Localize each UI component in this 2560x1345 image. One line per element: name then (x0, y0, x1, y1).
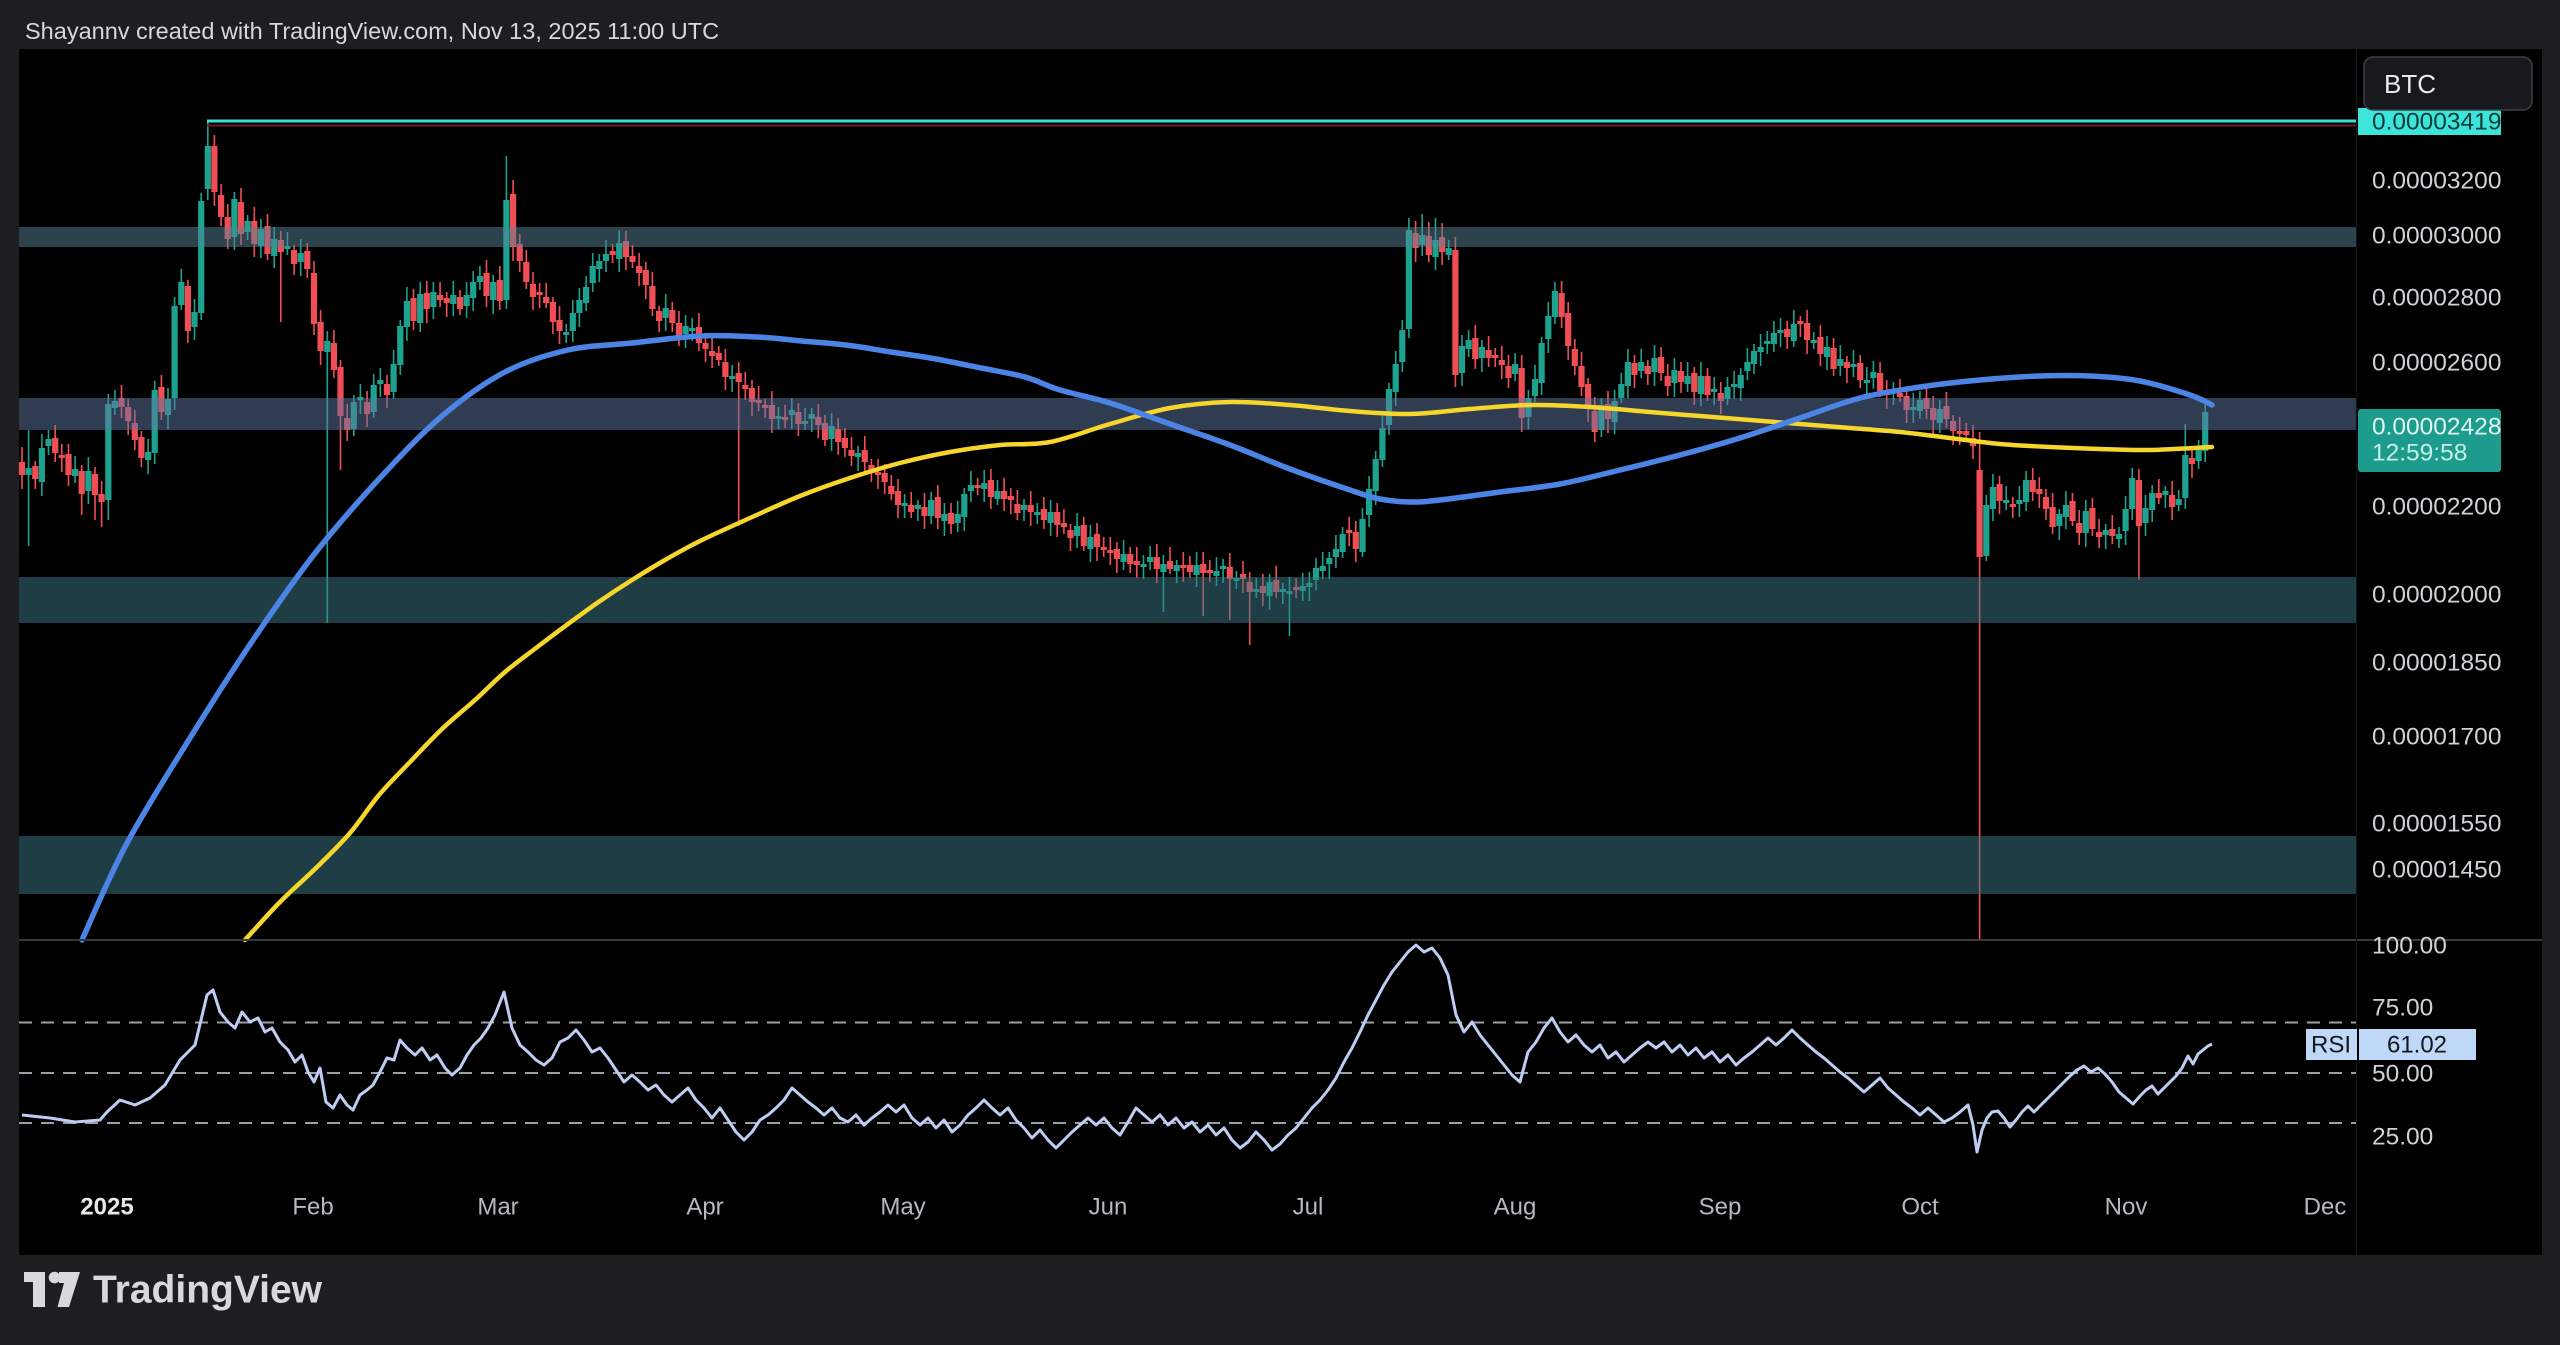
svg-text:Apr: Apr (686, 1194, 723, 1221)
svg-text:Jun: Jun (1089, 1194, 1128, 1221)
svg-text:0.00001700: 0.00001700 (2372, 724, 2501, 751)
svg-text:May: May (880, 1194, 925, 1221)
svg-text:0.00002428: 0.00002428 (2372, 414, 2501, 441)
svg-text:0.00002200: 0.00002200 (2372, 494, 2501, 521)
svg-text:0.00003419: 0.00003419 (2372, 109, 2501, 136)
svg-text:0.00002800: 0.00002800 (2372, 285, 2501, 312)
svg-text:Jul: Jul (1293, 1194, 1324, 1221)
svg-text:2025: 2025 (80, 1194, 133, 1221)
svg-text:75.00: 75.00 (2372, 995, 2433, 1022)
svg-text:Mar: Mar (477, 1194, 518, 1221)
svg-text:0.00002000: 0.00002000 (2372, 582, 2501, 609)
svg-text:Shayannv created with TradingV: Shayannv created with TradingView.com, N… (25, 18, 719, 44)
svg-text:Feb: Feb (292, 1194, 333, 1221)
svg-text:0.00003200: 0.00003200 (2372, 168, 2501, 195)
svg-text:Dec: Dec (2304, 1194, 2347, 1221)
svg-text:0.00001850: 0.00001850 (2372, 650, 2501, 677)
svg-text:12:59:58: 12:59:58 (2372, 440, 2467, 467)
svg-text:BTC: BTC (2384, 69, 2436, 99)
svg-text:Sep: Sep (1699, 1194, 1742, 1221)
svg-text:RSI: RSI (2311, 1032, 2351, 1059)
svg-text:50.00: 50.00 (2372, 1061, 2433, 1088)
svg-text:0.00003000: 0.00003000 (2372, 223, 2501, 250)
svg-text:TradingView: TradingView (93, 1269, 323, 1312)
svg-text:Aug: Aug (1494, 1194, 1537, 1221)
svg-text:Nov: Nov (2105, 1194, 2148, 1221)
svg-text:61.02: 61.02 (2387, 1032, 2447, 1059)
svg-text:25.00: 25.00 (2372, 1124, 2433, 1151)
svg-text:100.00: 100.00 (2372, 933, 2447, 960)
svg-text:0.00001450: 0.00001450 (2372, 857, 2501, 884)
svg-text:Oct: Oct (1901, 1194, 1939, 1221)
svg-text:0.00002600: 0.00002600 (2372, 350, 2501, 377)
svg-text:0.00001550: 0.00001550 (2372, 811, 2501, 838)
